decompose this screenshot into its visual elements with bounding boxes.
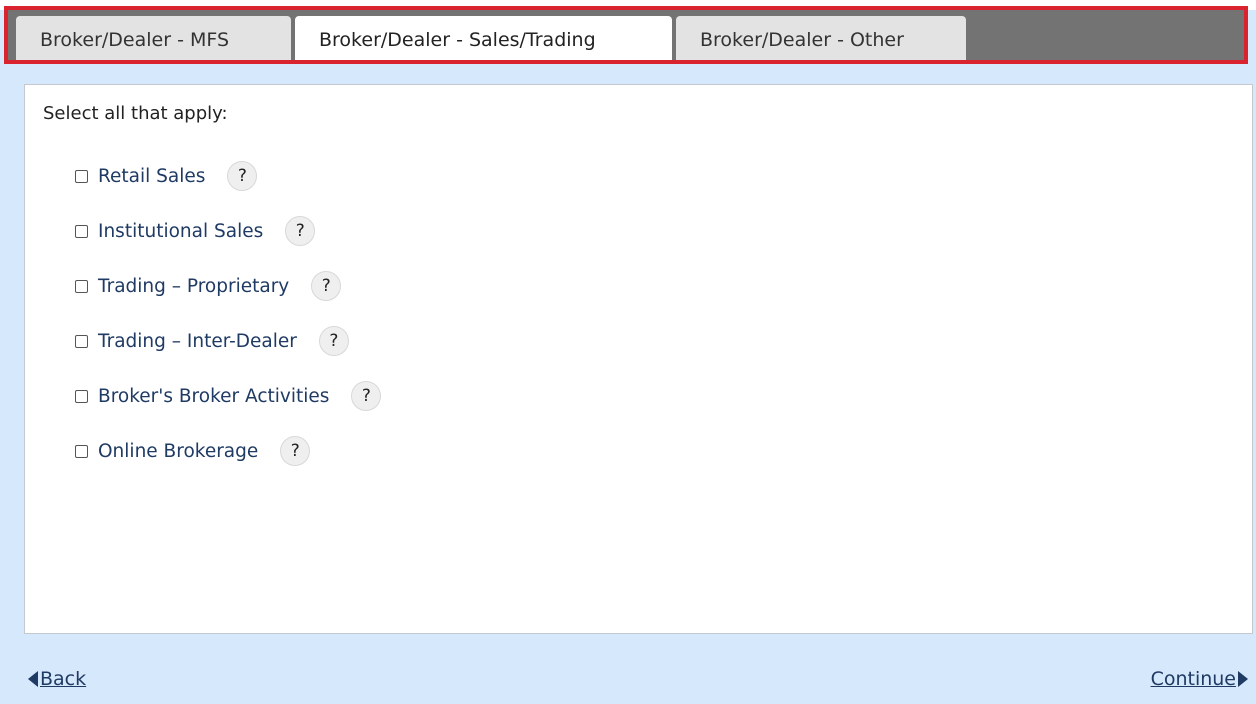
option-label[interactable]: Online Brokerage <box>98 441 258 462</box>
tab-broker-dealer-mfs[interactable]: Broker/Dealer - MFS <box>16 16 291 60</box>
back-link[interactable]: Back <box>28 668 86 690</box>
options-list: Retail Sales ? Institutional Sales ? Tra… <box>75 160 382 490</box>
help-icon[interactable]: ? <box>285 216 316 246</box>
option-label[interactable]: Retail Sales <box>98 166 205 187</box>
checkbox[interactable] <box>75 389 88 403</box>
option-label[interactable]: Trading – Inter-Dealer <box>98 331 297 352</box>
checkbox[interactable] <box>75 444 88 458</box>
tab-bar: Broker/Dealer - MFS Broker/Dealer - Sale… <box>4 6 1248 64</box>
tab-broker-dealer-other[interactable]: Broker/Dealer - Other <box>676 16 966 60</box>
option-label[interactable]: Trading – Proprietary <box>98 276 289 297</box>
options-panel: Select all that apply: Retail Sales ? In… <box>24 84 1253 634</box>
option-trading-inter-dealer[interactable]: Trading – Inter-Dealer ? <box>75 325 381 357</box>
continue-link[interactable]: Continue <box>1151 668 1248 690</box>
tab-broker-dealer-sales-trading[interactable]: Broker/Dealer - Sales/Trading <box>295 16 672 60</box>
option-label[interactable]: Broker's Broker Activities <box>98 386 329 407</box>
chevron-left-icon <box>28 671 38 687</box>
continue-label[interactable]: Continue <box>1151 668 1236 690</box>
checkbox[interactable] <box>75 224 88 238</box>
help-icon[interactable]: ? <box>318 326 349 356</box>
help-icon[interactable]: ? <box>280 436 311 466</box>
back-label[interactable]: Back <box>40 668 86 690</box>
option-trading-proprietary[interactable]: Trading – Proprietary ? <box>75 270 381 302</box>
help-icon[interactable]: ? <box>351 381 382 411</box>
checkbox[interactable] <box>75 169 88 183</box>
option-label[interactable]: Institutional Sales <box>98 221 263 242</box>
option-online-brokerage[interactable]: Online Brokerage ? <box>75 435 381 467</box>
help-icon[interactable]: ? <box>227 161 258 191</box>
option-institutional-sales[interactable]: Institutional Sales ? <box>75 215 381 247</box>
option-brokers-broker-activities[interactable]: Broker's Broker Activities ? <box>75 380 382 412</box>
checkbox[interactable] <box>75 334 88 348</box>
help-icon[interactable]: ? <box>311 271 342 301</box>
chevron-right-icon <box>1238 671 1248 687</box>
prompt-text: Select all that apply: <box>43 103 228 124</box>
option-retail-sales[interactable]: Retail Sales ? <box>75 160 381 192</box>
checkbox[interactable] <box>75 279 88 293</box>
page: Broker/Dealer - MFS Broker/Dealer - Sale… <box>0 0 1256 704</box>
